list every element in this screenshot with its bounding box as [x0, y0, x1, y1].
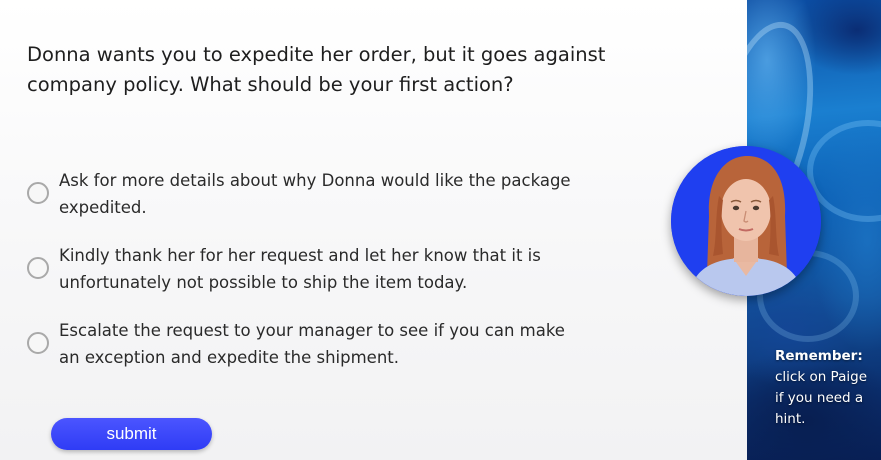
answer-option-label: Kindly thank her for her request and let… [59, 246, 541, 292]
answer-option-2[interactable]: Kindly thank her for her request and let… [26, 242, 586, 298]
quiz-slide: Donna wants you to expedite her order, b… [0, 0, 881, 460]
answer-option-label: Escalate the request to your manager to … [59, 321, 565, 367]
paige-avatar-button[interactable] [671, 146, 821, 296]
question-text: Donna wants you to expedite her order, b… [27, 43, 606, 96]
radio-button[interactable] [27, 182, 49, 204]
answer-option-1[interactable]: Ask for more details about why Donna wou… [26, 167, 586, 223]
woman-portrait-icon [671, 146, 821, 296]
answer-option-3[interactable]: Escalate the request to your manager to … [26, 317, 586, 373]
radio-button[interactable] [27, 257, 49, 279]
answer-option-label: Ask for more details about why Donna wou… [59, 171, 571, 217]
submit-button[interactable]: submit [51, 418, 212, 450]
hint-body: click on Paige if you need a hint. [775, 369, 867, 427]
radio-button[interactable] [27, 332, 49, 354]
hint-title: Remember: [775, 348, 863, 364]
hint-callout: Remember: click on Paige if you need a h… [775, 346, 879, 430]
